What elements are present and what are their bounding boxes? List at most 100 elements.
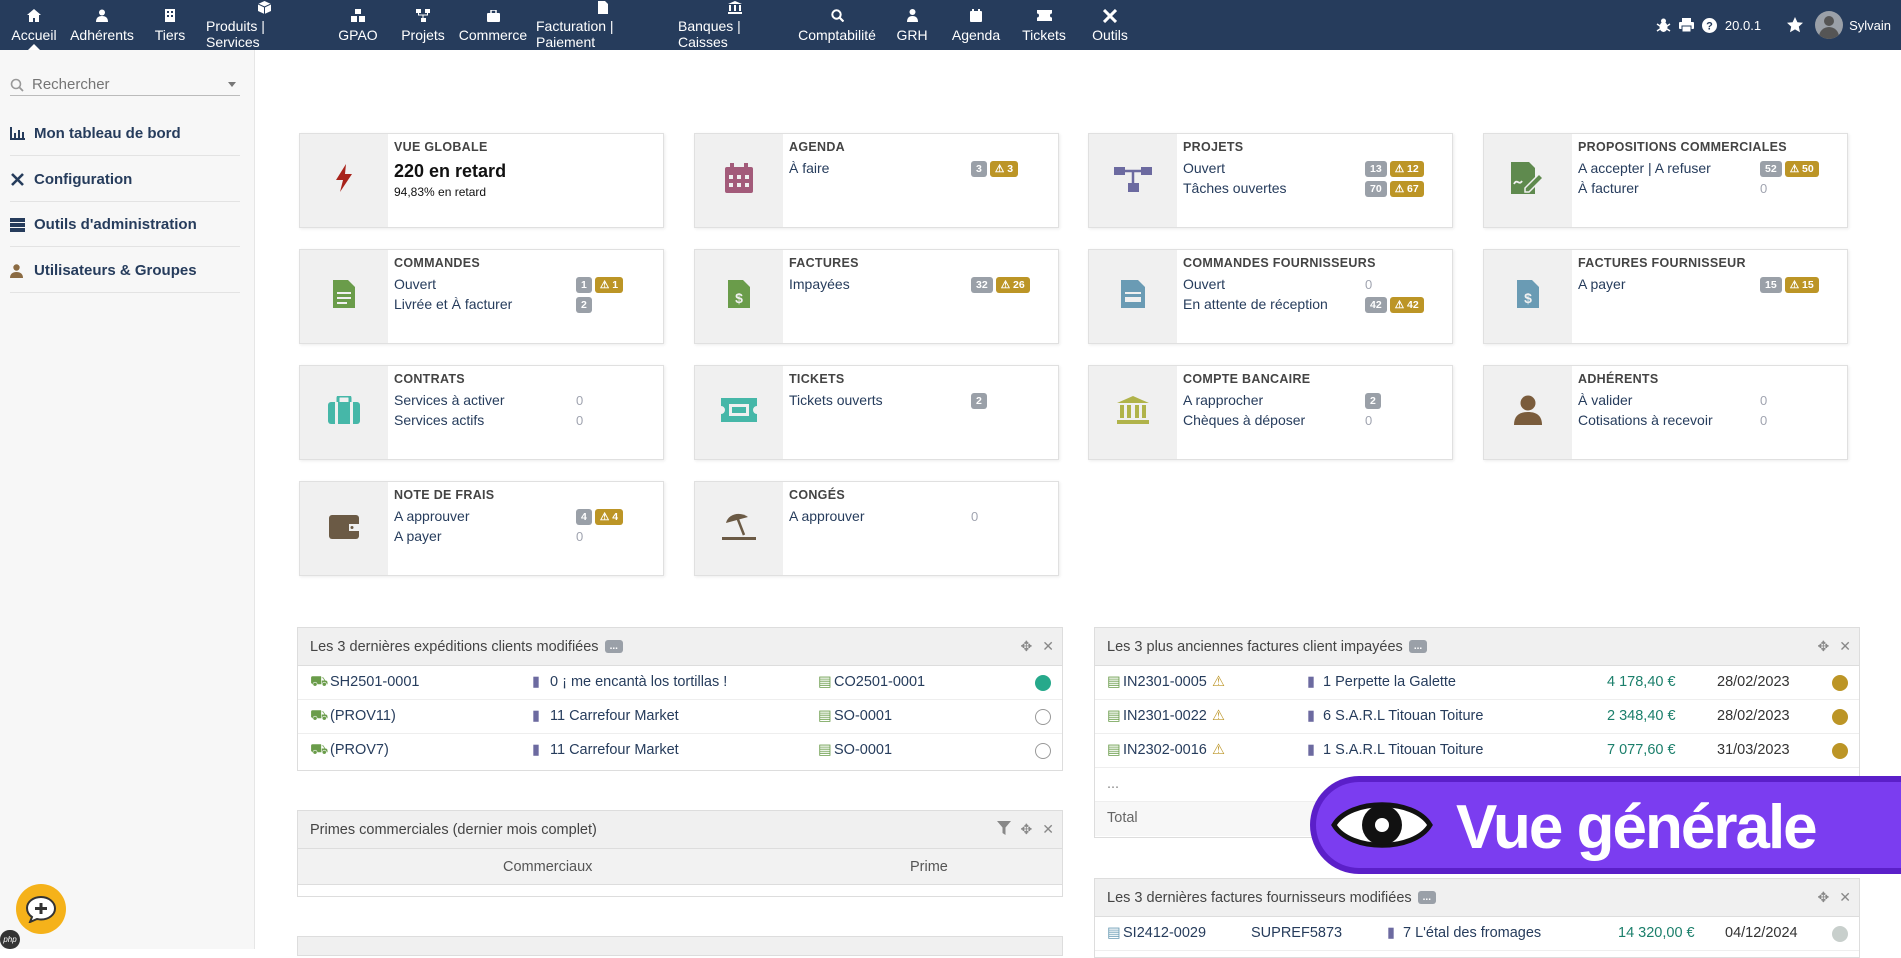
sidebar-item-tableau-de-bord[interactable]: Mon tableau de bord [10,112,240,156]
box-factures-fournisseur[interactable]: $ FACTURES FOURNISSEUR A payer 15 ⚠ 15 [1483,249,1848,344]
chat-button[interactable] [16,884,66,934]
close-icon[interactable]: ✕ [1839,638,1851,655]
box-line-a-payer[interactable]: A payer [1578,276,1625,292]
thirdparty-link[interactable]: 11 Carrefour Market [550,742,679,758]
shipment-ref[interactable]: (PROV7) [330,742,389,758]
sidebar-item-configuration[interactable]: Configuration [10,158,240,202]
badge-group[interactable]: 3 ⚠ 3 [971,161,1019,177]
nav-adherents[interactable]: Adhérents [68,0,136,50]
box-line-a-activer[interactable]: Services à activer [394,392,504,408]
box-line-taches[interactable]: Tâches ouvertes [1183,180,1287,196]
shipment-ref[interactable]: SH2501-0001 [330,674,420,690]
invoice-ref[interactable]: IN2301-0005 [1123,674,1207,690]
badge-group[interactable]: 70 ⚠ 67 [1365,181,1424,197]
nav-agenda[interactable]: Agenda [948,0,1004,50]
nav-comptabilite[interactable]: Comptabilité [798,0,876,50]
nav-gpao[interactable]: GPAO [334,0,382,50]
invoice-ref[interactable]: IN2302-0016 [1123,742,1207,758]
box-adherents[interactable]: ADHÉRENTS À valider 0 Cotisations à rece… [1483,365,1848,460]
column-header-commerciaux[interactable]: Commerciaux [503,859,592,875]
box-line-a-payer[interactable]: A payer [394,528,441,544]
badge-group[interactable]: 1 ⚠ 1 [576,277,624,293]
shipment-ref[interactable]: (PROV11) [330,708,396,724]
badge-group[interactable]: 2 [576,297,592,313]
move-icon[interactable]: ✥ [1818,889,1830,906]
box-line-ouvert[interactable]: Ouvert [1183,276,1225,292]
sidebar-item-outils-admin[interactable]: Outils d'administration [10,203,240,247]
box-contrats[interactable]: CONTRATS Services à activer 0 Services a… [299,365,664,460]
nav-tiers[interactable]: Tiers [150,0,190,50]
invoice-ref[interactable]: IN2301-0022 [1123,708,1207,724]
box-line-attente[interactable]: En attente de réception [1183,296,1328,312]
box-line-a-valider[interactable]: À valider [1578,392,1632,408]
thirdparty-link[interactable]: 1 Perpette la Galette [1323,674,1456,690]
box-line-a-accepter[interactable]: A accepter | A refuser [1578,160,1711,176]
box-line-actifs[interactable]: Services actifs [394,412,484,428]
nav-tickets[interactable]: Tickets [1018,0,1070,50]
box-line-a-approuver[interactable]: A approuver [394,508,470,524]
box-propositions[interactable]: PROPOSITIONS COMMERCIALES A accepter | A… [1483,133,1848,228]
order-ref[interactable]: SO-0001 [834,708,892,724]
thirdparty-link[interactable]: 11 Carrefour Market [550,708,679,724]
box-line-impayees[interactable]: Impayées [789,276,850,292]
sidebar-item-utilisateurs[interactable]: Utilisateurs & Groupes [10,249,240,293]
nav-facturation[interactable]: Facturation | Paiement [536,0,670,50]
more-button[interactable]: ... [1417,891,1436,904]
thirdparty-link[interactable]: 0 ¡ me encantà los tortillas ! [550,674,727,690]
box-agenda[interactable]: AGENDA À faire 3 ⚠ 3 [694,133,1059,228]
nav-grh[interactable]: GRH [892,0,932,50]
close-icon[interactable]: ✕ [1042,821,1054,838]
supplier-invoice-ref[interactable]: SI2412-0029 [1123,925,1206,941]
move-icon[interactable]: ✥ [1021,638,1033,655]
bug-icon[interactable] [1656,18,1671,33]
box-note-de-frais[interactable]: NOTE DE FRAIS A approuver 4 ⚠ 4 A payer 0 [299,481,664,576]
badge-group[interactable]: 2 [971,393,987,409]
more-button[interactable]: ... [1408,640,1428,653]
move-icon[interactable]: ✥ [1818,638,1830,655]
box-line-cotisations[interactable]: Cotisations à recevoir [1578,412,1713,428]
badge-group[interactable]: 2 [1365,393,1381,409]
box-commandes[interactable]: COMMANDES Ouvert 1 ⚠ 1 Livrée et À factur… [299,249,664,344]
box-line-a-facturer[interactable]: À facturer [1578,180,1639,196]
order-ref[interactable]: CO2501-0001 [834,674,925,690]
badge-group[interactable]: 15 ⚠ 15 [1760,277,1819,293]
box-line-ouvert[interactable]: Ouvert [1183,160,1225,176]
badge-group[interactable]: 13 ⚠ 12 [1365,161,1424,177]
box-line-ouvert[interactable]: Ouvert [394,276,436,292]
filter-icon[interactable] [996,821,1011,838]
overdue-count[interactable]: 220 en retard [394,161,506,182]
box-commandes-fournisseurs[interactable]: COMMANDES FOURNISSEURS Ouvert 0 En atten… [1088,249,1453,344]
nav-commerce[interactable]: Commerce [459,0,527,50]
column-header-prime[interactable]: Prime [910,859,948,875]
thirdparty-link[interactable]: 6 S.A.R.L Titouan Toiture [1323,708,1483,724]
box-line-livree[interactable]: Livrée et À facturer [394,296,512,312]
chevron-down-icon[interactable] [228,82,236,87]
nav-accueil[interactable]: Accueil [4,0,64,50]
thirdparty-link[interactable]: 1 S.A.R.L Titouan Toiture [1323,742,1483,758]
move-icon[interactable]: ✥ [1021,821,1033,838]
box-factures[interactable]: $ FACTURES Impayées 32 ⚠ 26 [694,249,1059,344]
nav-produits[interactable]: Produits | Services [206,0,322,50]
badge-group[interactable]: 32 ⚠ 26 [971,277,1030,293]
bookmark-star-icon[interactable] [1787,17,1804,33]
badge-group[interactable]: 52 ⚠ 50 [1760,161,1819,177]
close-icon[interactable]: ✕ [1042,638,1054,655]
search-box[interactable] [10,74,240,96]
search-input[interactable] [32,76,212,93]
box-line-a-approuver[interactable]: A approuver [789,508,865,524]
box-line-cheques[interactable]: Chèques à déposer [1183,412,1305,428]
help-icon[interactable]: ? [1701,17,1717,33]
print-icon[interactable] [1678,18,1694,32]
nav-outils[interactable]: Outils [1084,0,1136,50]
nav-banques[interactable]: Banques | Caisses [678,0,792,50]
box-line-a-faire[interactable]: À faire [789,160,829,176]
box-vue-globale[interactable]: VUE GLOBALE 220 en retard 94,83% en reta… [299,133,664,228]
user-menu[interactable]: Sylvain [1815,11,1891,39]
box-line-tickets-ouverts[interactable]: Tickets ouverts [789,392,883,408]
box-conges[interactable]: CONGÉS A approuver 0 [694,481,1059,576]
more-button[interactable]: ... [604,640,623,653]
box-tickets[interactable]: TICKETS Tickets ouverts 2 [694,365,1059,460]
thirdparty-link[interactable]: 7 L'étal des fromages [1403,925,1541,941]
close-icon[interactable]: ✕ [1839,889,1851,906]
nav-projets[interactable]: Projets [398,0,448,50]
